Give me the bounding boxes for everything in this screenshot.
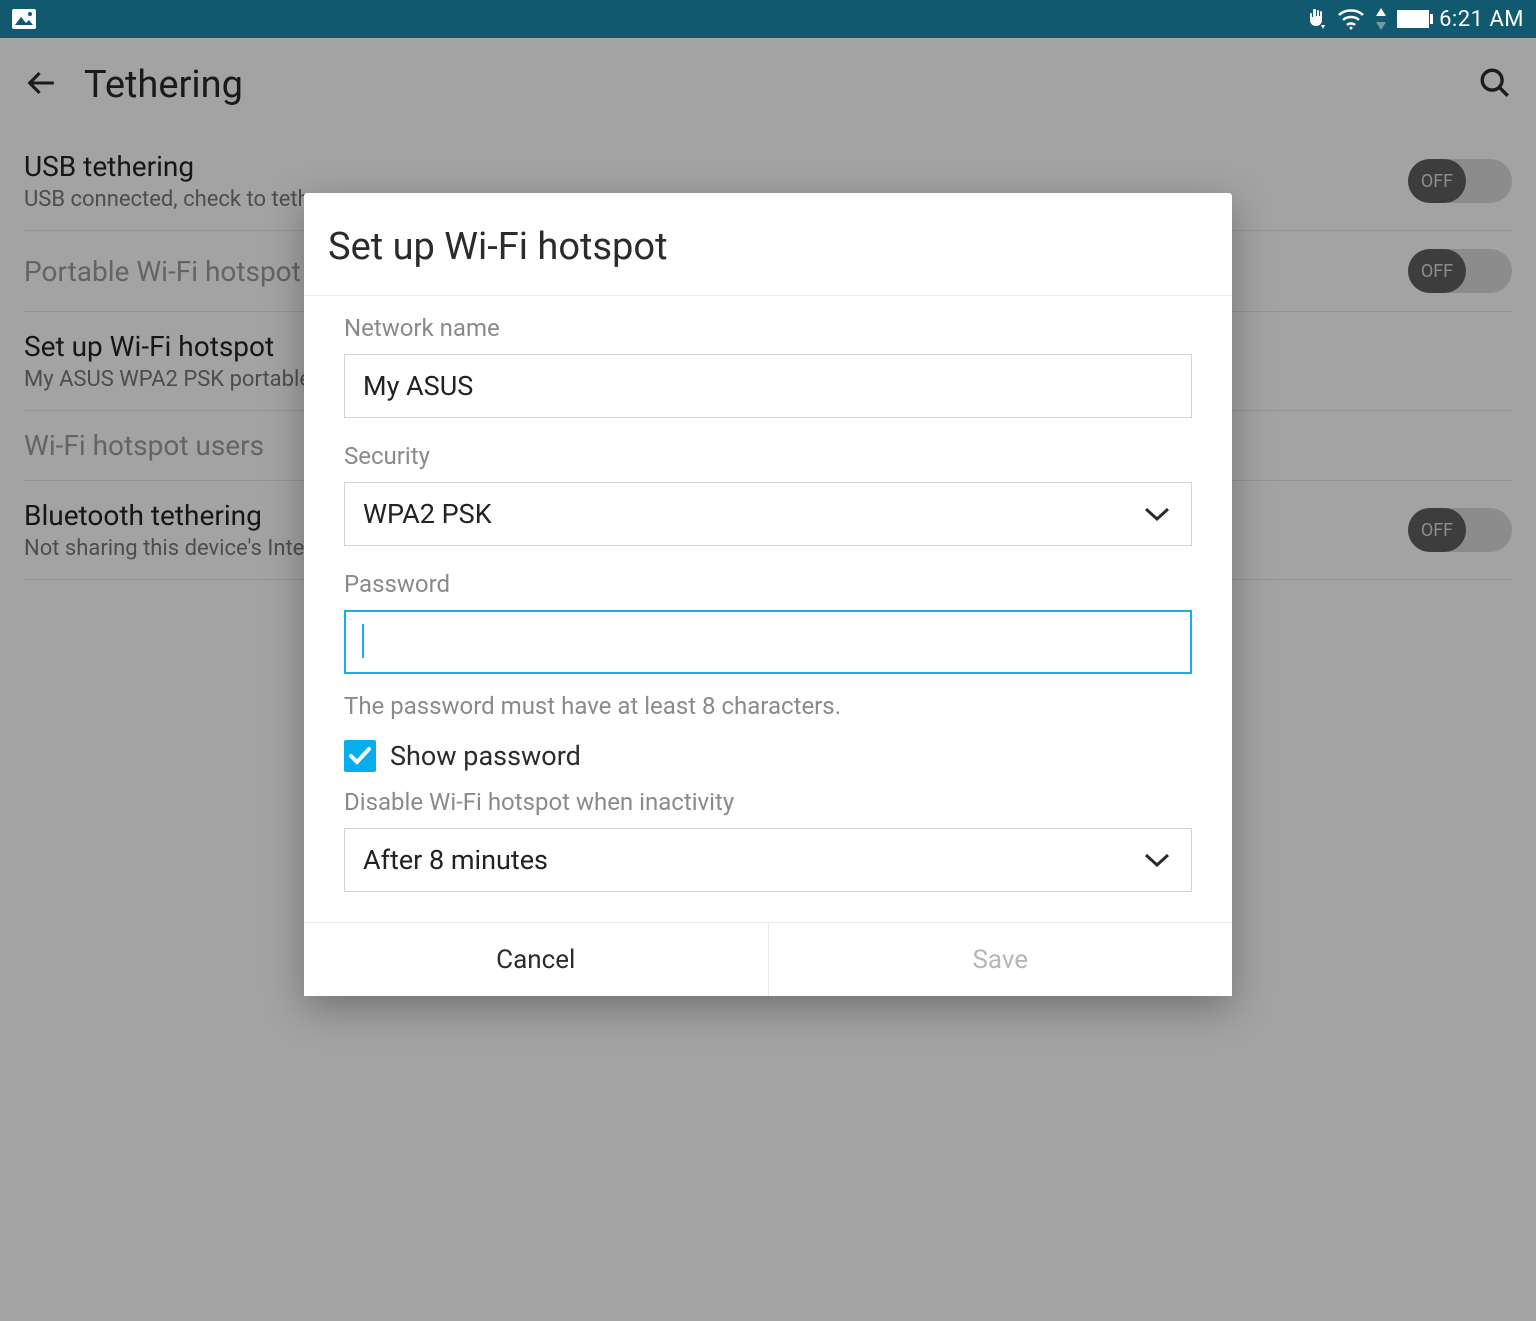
- hand-icon: [1303, 7, 1327, 31]
- security-value: WPA2 PSK: [363, 498, 492, 530]
- dialog-actions: Cancel Save: [304, 922, 1232, 996]
- show-password-row[interactable]: Show password: [344, 740, 1192, 772]
- security-select[interactable]: WPA2 PSK: [344, 482, 1192, 546]
- clock-text: 6:21 AM: [1439, 7, 1524, 32]
- cancel-button[interactable]: Cancel: [304, 923, 768, 996]
- dialog-title: Set up Wi-Fi hotspot: [304, 193, 1232, 296]
- chevron-down-icon: [1143, 498, 1171, 530]
- security-label: Security: [344, 442, 1192, 470]
- network-name-label: Network name: [344, 314, 1192, 342]
- show-password-checkbox[interactable]: [344, 740, 376, 772]
- inactivity-value: After 8 minutes: [363, 844, 548, 876]
- wifi-icon: [1337, 8, 1365, 30]
- inactivity-select[interactable]: After 8 minutes: [344, 828, 1192, 892]
- show-password-label: Show password: [390, 740, 581, 772]
- network-name-input[interactable]: [344, 354, 1192, 418]
- wifi-hotspot-dialog: Set up Wi-Fi hotspot Network name Securi…: [304, 193, 1232, 996]
- inactivity-label: Disable Wi-Fi hotspot when inactivity: [344, 788, 1192, 816]
- status-bar: 6:21 AM: [0, 0, 1536, 38]
- photos-icon: [12, 9, 36, 29]
- chevron-down-icon: [1143, 844, 1171, 876]
- save-button[interactable]: Save: [768, 923, 1233, 996]
- password-label: Password: [344, 570, 1192, 598]
- password-input[interactable]: [344, 610, 1192, 674]
- data-icon: [1375, 8, 1387, 30]
- battery-icon: [1397, 10, 1429, 28]
- password-hint: The password must have at least 8 charac…: [344, 692, 1192, 720]
